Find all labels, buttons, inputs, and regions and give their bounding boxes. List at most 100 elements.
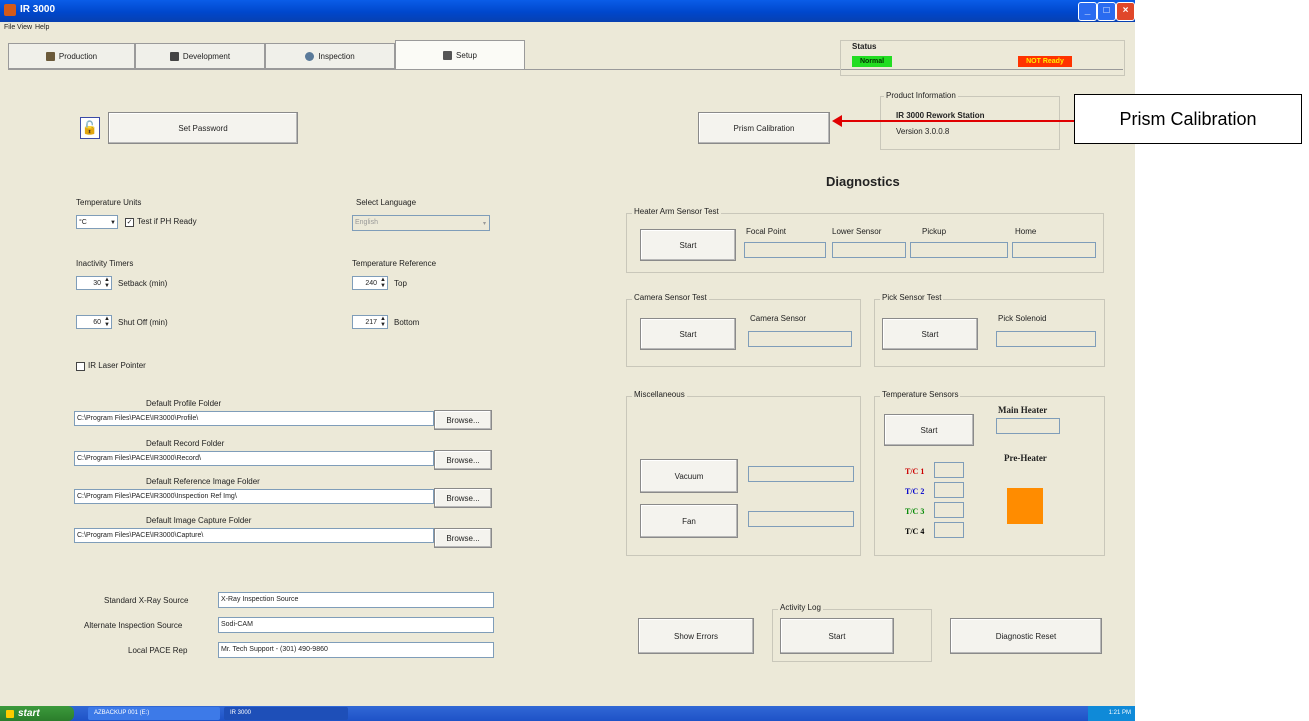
main-heater-field bbox=[996, 418, 1060, 434]
tab-development[interactable]: Development bbox=[135, 43, 265, 69]
chevron-down-icon: ▾ bbox=[482, 221, 486, 227]
product-name: IR 3000 Rework Station bbox=[896, 111, 985, 120]
browse-reference-button[interactable]: Browse... bbox=[434, 488, 492, 508]
standard-xray-input[interactable]: X-Ray Inspection Source bbox=[218, 592, 494, 608]
title-bar[interactable] bbox=[0, 0, 1135, 22]
tc3-field bbox=[934, 502, 964, 518]
heater-arm-start-button[interactable]: Start bbox=[640, 229, 736, 261]
bottom-temp-input[interactable]: 217 ▲ ▼ bbox=[352, 315, 388, 329]
top-temp-input[interactable]: 240 ▲ ▼ bbox=[352, 276, 388, 290]
pick-start-button[interactable]: Start bbox=[882, 318, 978, 350]
set-password-button[interactable]: Set Password bbox=[108, 112, 298, 144]
tc1-label: T/C 1 bbox=[905, 467, 925, 476]
folder-label-reference: Default Reference Image Folder bbox=[146, 477, 260, 486]
ir-laser-checkbox[interactable] bbox=[76, 362, 85, 371]
temperature-sensors-label: Temperature Sensors bbox=[880, 390, 961, 399]
tab-label: Setup bbox=[456, 51, 477, 60]
profile-folder-input[interactable]: C:\Program Files\PACE\IR3000\Profile\ bbox=[74, 411, 434, 426]
tab-inspection[interactable]: Inspection bbox=[265, 43, 395, 69]
test-ph-label: Test if PH Ready bbox=[137, 217, 197, 226]
ir-laser-label: IR Laser Pointer bbox=[88, 361, 146, 370]
camera-sensor-field-label: Camera Sensor bbox=[750, 314, 807, 323]
temperature-units-label: Temperature Units bbox=[76, 198, 142, 207]
minimize-icon[interactable]: _ bbox=[1078, 2, 1097, 21]
callout-arrow-head bbox=[832, 115, 842, 127]
browse-record-button[interactable]: Browse... bbox=[434, 450, 492, 470]
top-temp-value: 240 bbox=[365, 280, 377, 287]
spinner-icon[interactable]: ▲ ▼ bbox=[379, 316, 387, 328]
setback-value: 30 bbox=[93, 280, 101, 287]
home-label: Home bbox=[1015, 227, 1037, 236]
menu-bar bbox=[0, 22, 1135, 36]
spinner-icon[interactable]: ▲ ▼ bbox=[379, 277, 387, 289]
tab-production[interactable]: Production bbox=[8, 43, 135, 69]
standard-xray-label: Standard X-Ray Source bbox=[104, 596, 189, 605]
temp-sensors-start-button[interactable]: Start bbox=[884, 414, 974, 446]
system-tray-clock: 1:21 PM bbox=[1088, 706, 1135, 721]
status-not-ready-badge: NOT Ready bbox=[1018, 56, 1072, 67]
folder-label-record: Default Record Folder bbox=[146, 439, 225, 448]
select-language-label: Select Language bbox=[356, 198, 417, 207]
temperature-units-select[interactable]: °C ▼ bbox=[76, 215, 118, 229]
start-button[interactable]: start bbox=[0, 706, 74, 721]
production-icon bbox=[45, 51, 55, 61]
fan-button[interactable]: Fan bbox=[640, 504, 738, 538]
app-icon bbox=[4, 4, 16, 16]
setback-input[interactable]: 30 ▲ ▼ bbox=[76, 276, 112, 290]
fan-field bbox=[748, 511, 854, 527]
browse-profile-button[interactable]: Browse... bbox=[434, 410, 492, 430]
status-normal-badge: Normal bbox=[852, 56, 892, 67]
vacuum-button[interactable]: Vacuum bbox=[640, 459, 738, 493]
language-select[interactable]: English ▾ bbox=[352, 215, 490, 231]
product-version: Version 3.0.0.8 bbox=[896, 127, 950, 136]
spinner-icon[interactable]: ▲ ▼ bbox=[103, 316, 111, 328]
spinner-icon[interactable]: ▲ ▼ bbox=[103, 277, 111, 289]
local-rep-input[interactable]: Mr. Tech Support - (301) 490-9860 bbox=[218, 642, 494, 658]
diagnostics-title: Diagnostics bbox=[826, 174, 900, 189]
alternate-source-label: Alternate Inspection Source bbox=[84, 621, 183, 630]
focal-point-label: Focal Point bbox=[746, 227, 787, 236]
callout-box: Prism Calibration bbox=[1074, 94, 1302, 144]
camera-sensor-field bbox=[748, 331, 852, 347]
menu-view[interactable]: View bbox=[17, 24, 32, 31]
camera-start-button[interactable]: Start bbox=[640, 318, 736, 350]
shutoff-input[interactable]: 60 ▲ ▼ bbox=[76, 315, 112, 329]
shutoff-label: Shut Off (min) bbox=[118, 318, 168, 327]
local-rep-label: Local PACE Rep bbox=[128, 646, 188, 655]
alternate-source-input[interactable]: Sodi-CAM bbox=[218, 617, 494, 633]
folder-label-capture: Default Image Capture Folder bbox=[146, 516, 252, 525]
tc3-label: T/C 3 bbox=[905, 507, 925, 516]
maximize-icon[interactable]: □ bbox=[1097, 2, 1116, 21]
miscellaneous-label: Miscellaneous bbox=[632, 390, 687, 399]
heater-arm-label: Heater Arm Sensor Test bbox=[632, 207, 721, 216]
product-info-group bbox=[880, 96, 1060, 150]
prism-calibration-button[interactable]: Prism Calibration bbox=[698, 112, 830, 144]
taskbar-item-ir3000[interactable]: IR 3000 bbox=[224, 707, 348, 720]
inactivity-timers-label: Inactivity Timers bbox=[76, 259, 134, 268]
tc4-label: T/C 4 bbox=[905, 527, 925, 536]
taskbar-item-backup[interactable]: AZBACKUP 001 (E:) bbox=[88, 707, 220, 720]
record-folder-input[interactable]: C:\Program Files\PACE\IR3000\Record\ bbox=[74, 451, 434, 466]
main-heater-label: Main Heater bbox=[998, 405, 1048, 415]
top-temp-label: Top bbox=[394, 279, 407, 288]
reference-folder-input[interactable]: C:\Program Files\PACE\IR3000\Inspection … bbox=[74, 489, 434, 504]
menu-help[interactable]: Help bbox=[35, 24, 49, 31]
magnifier-icon bbox=[305, 51, 315, 61]
activity-log-start-button[interactable]: Start bbox=[780, 618, 894, 654]
show-errors-button[interactable]: Show Errors bbox=[638, 618, 754, 654]
pick-sensor-label: Pick Sensor Test bbox=[880, 293, 944, 302]
shutoff-value: 60 bbox=[93, 319, 101, 326]
tc1-field bbox=[934, 462, 964, 478]
diagnostic-reset-button[interactable]: Diagnostic Reset bbox=[950, 618, 1102, 654]
menu-file[interactable]: File bbox=[4, 24, 15, 31]
browse-capture-button[interactable]: Browse... bbox=[434, 528, 492, 548]
pre-heater-label: Pre-Heater bbox=[1004, 453, 1047, 463]
test-ph-checkbox[interactable]: ✓ bbox=[125, 218, 134, 227]
close-icon[interactable]: × bbox=[1116, 2, 1135, 21]
setup-icon bbox=[443, 51, 453, 60]
capture-folder-input[interactable]: C:\Program Files\PACE\IR3000\Capture\ bbox=[74, 528, 434, 543]
tc2-label: T/C 2 bbox=[905, 487, 925, 496]
temperature-units-value: °C bbox=[79, 219, 87, 226]
tab-setup[interactable]: Setup bbox=[395, 40, 525, 70]
lock-icon[interactable]: 🔓 bbox=[80, 117, 100, 139]
